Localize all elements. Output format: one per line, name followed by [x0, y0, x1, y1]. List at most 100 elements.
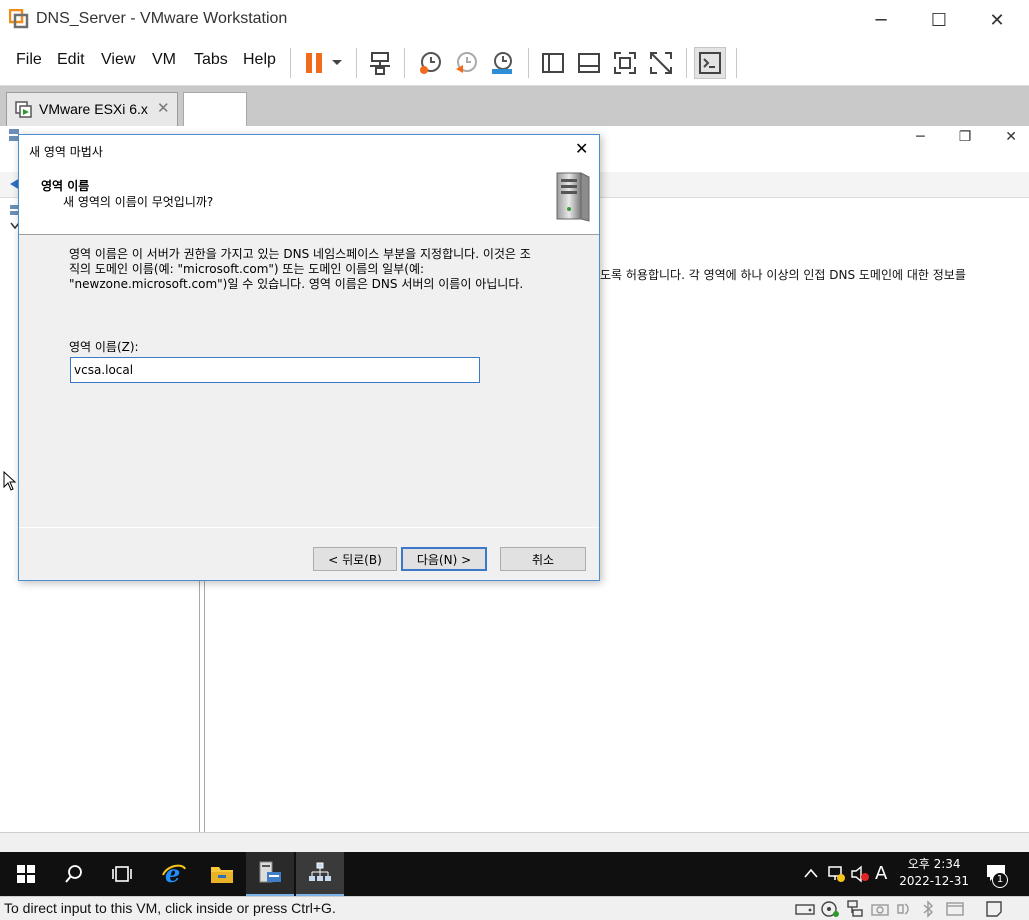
wizard-description-line: 영역 이름은 이 서버가 권한을 가지고 있는 DNS 네임스페이스 부분을 지… — [69, 247, 531, 261]
vmware-app-icon — [9, 9, 29, 29]
zone-name-label: 영역 이름(Z): — [69, 340, 139, 354]
full-screen-button[interactable] — [609, 47, 641, 79]
toolbar-separator — [528, 48, 529, 78]
next-button[interactable]: 다음(N) > — [401, 547, 487, 571]
toolbar-separator — [686, 48, 687, 78]
notification-center-button[interactable]: 1 — [986, 864, 1010, 888]
revert-clock-icon — [456, 52, 477, 73]
maximize-button[interactable]: ☐ — [910, 0, 968, 40]
back-button[interactable]: < 뒤로(B) — [313, 547, 397, 571]
file-explorer-button[interactable] — [198, 852, 246, 896]
wizard-subheading: 새 영역의 이름이 무엇입니까? — [63, 195, 214, 209]
sound-card-icon[interactable] — [896, 901, 914, 917]
cancel-button[interactable]: 취소 — [500, 547, 586, 571]
dns-manager-window-buttons: ─ ❐ ✕ — [916, 129, 1017, 145]
full-screen-icon — [614, 52, 636, 74]
snapshot-manager-icon — [492, 52, 512, 74]
pause-icon — [306, 53, 322, 73]
vm-running-icon — [15, 101, 32, 118]
dialog-separator — [19, 527, 599, 528]
menu-edit[interactable]: Edit — [57, 51, 85, 69]
display-icon[interactable] — [946, 901, 964, 917]
menu-file[interactable]: File — [16, 51, 42, 69]
task-view-button[interactable] — [98, 852, 146, 896]
toolbar-separator — [404, 48, 405, 78]
take-snapshot-button[interactable] — [414, 47, 446, 79]
show-hidden-icons-icon[interactable] — [804, 868, 818, 878]
thumbnail-bar-icon — [578, 53, 600, 73]
hard-disk-icon[interactable] — [795, 901, 815, 917]
menu-view[interactable]: View — [101, 51, 135, 69]
status-message: To direct input to this VM, click inside… — [4, 900, 336, 916]
search-icon — [65, 865, 82, 883]
library-panel-icon — [542, 53, 564, 73]
snapshot-clock-icon — [420, 52, 441, 74]
toolbar-separator — [356, 48, 357, 78]
tab-bar: VMware ESXi 6.x ✕ — [0, 86, 1029, 126]
dns-minimize-button[interactable]: ─ — [916, 129, 924, 145]
bluetooth-icon[interactable] — [921, 900, 935, 918]
menu-tabs[interactable]: Tabs — [194, 51, 228, 69]
network-computer-icon — [370, 52, 390, 75]
toolbar-separator — [290, 48, 291, 78]
tab-active-blank[interactable] — [183, 92, 247, 126]
show-library-button[interactable] — [537, 47, 569, 79]
new-zone-wizard-dialog: 새 영역 마법사 ✕ 영역 이름 새 영역의 이름이 무엇입니까? 영역 이름은… — [18, 134, 600, 581]
dialog-titlebar: 새 영역 마법사 ✕ — [19, 135, 599, 165]
terminal-icon — [699, 52, 721, 74]
server-manager-button[interactable] — [246, 852, 294, 896]
server-tower-icon — [556, 172, 590, 222]
revert-snapshot-button[interactable] — [450, 47, 482, 79]
dialog-title: 새 영역 마법사 — [29, 145, 103, 159]
taskbar-search-button[interactable] — [50, 852, 98, 896]
dns-manager-taskbar-button[interactable] — [296, 852, 344, 896]
dns-manager-statusbar — [0, 832, 1029, 852]
dns-restore-button[interactable]: ❐ — [959, 129, 972, 145]
snapshot-manager-button[interactable] — [486, 47, 518, 79]
windows-logo-icon — [17, 865, 35, 883]
window-title: DNS_Server - VMware Workstation — [36, 10, 288, 27]
message-log-icon[interactable] — [985, 900, 1003, 918]
unity-mode-button[interactable] — [645, 47, 677, 79]
clock-time: 오후 2:34 — [907, 857, 961, 871]
windows-taskbar: e A 오후 2:34 2022-12-31 1 — [0, 852, 1029, 896]
menu-vm[interactable]: VM — [152, 51, 176, 69]
chevron-down-icon — [332, 60, 342, 65]
system-clock[interactable]: 오후 2:34 2022-12-31 — [899, 856, 969, 890]
internet-explorer-icon: e — [162, 861, 186, 887]
dns-close-button[interactable]: ✕ — [1005, 129, 1017, 145]
internet-explorer-button[interactable]: e — [150, 852, 198, 896]
ime-indicator[interactable]: A — [875, 863, 887, 884]
server-manager-icon — [259, 861, 281, 883]
camera-icon[interactable] — [871, 901, 889, 917]
wizard-header: 영역 이름 새 영역의 이름이 무엇입니까? — [19, 165, 599, 235]
power-dropdown-button[interactable] — [324, 47, 350, 79]
task-view-icon — [112, 866, 132, 882]
dialog-close-button[interactable]: ✕ — [575, 139, 588, 158]
send-ctrl-alt-del-button[interactable] — [364, 47, 396, 79]
volume-muted-icon[interactable] — [850, 865, 870, 883]
console-view-button[interactable] — [694, 47, 726, 79]
close-button[interactable]: ✕ — [968, 0, 1026, 40]
tab-vmware-esxi[interactable]: VMware ESXi 6.x ✕ — [6, 92, 178, 126]
clock-date: 2022-12-31 — [899, 874, 969, 888]
show-thumbnail-bar-button[interactable] — [573, 47, 605, 79]
dns-tree-icon — [309, 862, 331, 881]
unity-icon — [650, 52, 672, 74]
menu-bar: File Edit View VM Tabs Help — [0, 40, 1029, 86]
cd-dvd-icon[interactable] — [820, 900, 840, 918]
wizard-description: 영역 이름은 이 서버가 권한을 가지고 있는 DNS 네임스페이스 부분을 지… — [69, 247, 569, 292]
vmware-status-bar: To direct input to this VM, click inside… — [0, 896, 1029, 920]
menu-help[interactable]: Help — [243, 51, 276, 69]
mouse-pointer-icon — [3, 471, 17, 491]
network-adapter-icon[interactable] — [845, 900, 865, 918]
minimize-button[interactable]: ─ — [852, 0, 910, 40]
zone-description-text: 도록 허용합니다. 각 영역에 하나 이상의 인접 DNS 도메인에 대한 정보… — [600, 268, 966, 282]
network-icon[interactable] — [826, 865, 846, 883]
zone-name-input[interactable] — [70, 357, 480, 383]
tab-label: VMware ESXi 6.x — [39, 101, 148, 117]
tab-close-icon[interactable]: ✕ — [157, 99, 170, 117]
title-bar: DNS_Server - VMware Workstation ─ ☐ ✕ — [0, 0, 1029, 40]
start-button[interactable] — [2, 852, 50, 896]
wizard-description-line: "newzone.microsoft.com")일 수 있습니다. 영역 이름은… — [69, 277, 524, 291]
